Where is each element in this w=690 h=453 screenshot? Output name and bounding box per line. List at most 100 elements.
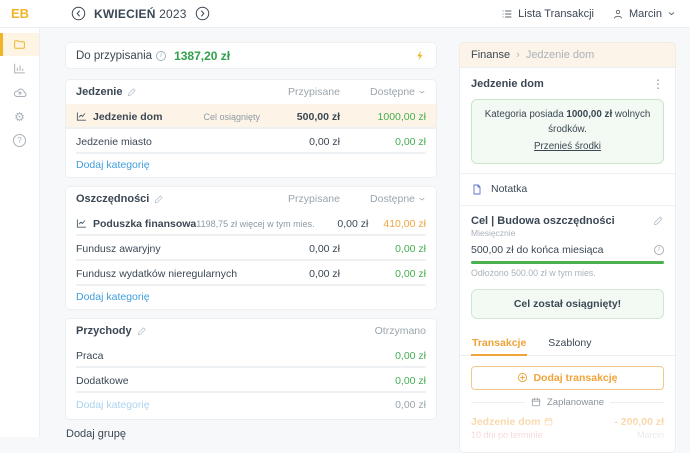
- category-progress-track: [76, 284, 426, 286]
- document-icon: [471, 183, 483, 196]
- category-row-jedzenie-miasto[interactable]: Jedzenie miasto 0,00 zł 0,00 zł: [76, 129, 426, 154]
- calendar-icon: [544, 417, 553, 426]
- goal-target-row: 500,00 zł do końca miesiąca i: [471, 244, 664, 256]
- breadcrumb-group[interactable]: Finanse: [471, 49, 510, 61]
- category-name: Poduszka finansowa: [93, 218, 196, 230]
- divider: [460, 205, 675, 206]
- free-funds-amount: 1000,00 zł: [566, 109, 612, 120]
- add-category-link[interactable]: Dodaj kategorię: [76, 154, 426, 175]
- goal-title: Cel | Budowa oszczędności: [471, 215, 615, 227]
- category-row-dodatkowe[interactable]: Dodatkowe 0,00 zł: [76, 368, 426, 393]
- info-icon[interactable]: i: [156, 51, 166, 61]
- info-icon[interactable]: i: [654, 245, 664, 255]
- category-detail-panel: Finanse › Jedzenie dom Jedzenie dom ⋮ Ka…: [459, 42, 676, 437]
- goal-header: Cel | Budowa oszczędności Miesięcznie: [471, 215, 664, 238]
- goal-achieved-badge: Cel został osiągnięty!: [471, 289, 664, 319]
- column-header-assigned: Przypisane: [254, 86, 340, 98]
- budget-column: Do przypisania i 1387,20 zł Jedzenie Prz…: [65, 42, 437, 437]
- received-value[interactable]: 0,00 zł: [346, 350, 426, 362]
- folder-icon: [13, 38, 26, 51]
- month-navigator: KWIECIEŃ 2023: [71, 6, 210, 21]
- move-funds-link[interactable]: Przenieś środki: [534, 139, 601, 154]
- content-area: Do przypisania i 1387,20 zł Jedzenie Prz…: [40, 28, 690, 437]
- assigned-value[interactable]: 0,00 zł: [260, 136, 340, 148]
- arrow-left-circle-icon: [71, 6, 86, 21]
- free-funds-box: Kategoria posiada 1000,00 zł wolnych śro…: [471, 99, 664, 164]
- note-row[interactable]: Notatka: [471, 183, 664, 196]
- category-row-fundusz-awaryjny[interactable]: Fundusz awaryjny 0,00 zł 0,00 zł: [76, 236, 426, 261]
- group-title: Jedzenie: [76, 86, 122, 98]
- group-title: Oszczędności: [76, 193, 149, 205]
- category-name: Jedzenie miasto: [76, 136, 152, 148]
- app-logo: EB: [0, 6, 40, 21]
- goal-progress-note: Odłożono 500.00 zł w tym mies.: [471, 268, 664, 278]
- breadcrumb-separator-icon: ›: [516, 49, 520, 61]
- group-header: Oszczędności Przypisane Dostępne: [76, 187, 426, 211]
- available-value[interactable]: 0,00 zł: [340, 136, 426, 148]
- category-row-jedzenie-dom[interactable]: Jedzenie dom Cel osiągnięty 500,00 zł 10…: [66, 104, 436, 129]
- goal-chart-icon: [76, 218, 87, 229]
- available-value[interactable]: 0,00 zł: [340, 268, 426, 280]
- calendar-icon: [531, 397, 541, 407]
- breadcrumb: Finanse › Jedzenie dom: [459, 42, 676, 67]
- user-icon: [612, 8, 624, 20]
- user-name: Marcin: [629, 8, 662, 20]
- goal-chart-icon: [76, 111, 87, 122]
- available-value[interactable]: 0,00 zł: [340, 243, 426, 255]
- next-month-button[interactable]: [195, 6, 210, 21]
- planned-divider: Zaplanowane: [471, 397, 664, 408]
- assigned-value[interactable]: 0,00 zł: [260, 243, 340, 255]
- planned-transaction-status: 10 dni po terminie: [471, 430, 543, 440]
- month-name: KWIECIEŃ: [94, 7, 156, 21]
- edit-goal-icon[interactable]: [653, 215, 664, 226]
- quick-assign-button[interactable]: [415, 49, 426, 62]
- edit-group-icon[interactable]: [127, 87, 137, 97]
- category-goal-note: Cel osiągnięty: [203, 112, 260, 122]
- assigned-value[interactable]: 0,00 zł: [260, 268, 340, 280]
- sidebar-item-help[interactable]: ?: [0, 129, 39, 152]
- user-menu[interactable]: Marcin: [612, 8, 676, 20]
- transactions-list-link[interactable]: Lista Transakcji: [501, 8, 594, 20]
- tab-templates[interactable]: Szablony: [547, 331, 592, 355]
- category-goal-note: 1198,75 zł więcej w tym mies.: [196, 219, 314, 229]
- sidebar-item-sync[interactable]: [0, 81, 39, 104]
- category-name: Praca: [76, 350, 103, 362]
- tab-transactions[interactable]: Transakcje: [471, 331, 527, 356]
- topbar: EB KWIECIEŃ 2023 Lista Transakcji Marcin: [0, 0, 690, 28]
- goal-header-text: Cel | Budowa oszczędności Miesięcznie: [471, 215, 615, 238]
- add-category-link[interactable]: Dodaj kategorię: [76, 286, 426, 307]
- planned-transaction-row[interactable]: Jedzenie dom - 200,00 zł 10 dni po termi…: [471, 412, 664, 450]
- add-category-link[interactable]: Dodaj kategorię: [76, 399, 150, 411]
- panel-tabs: Transakcje Szablony: [460, 331, 675, 356]
- prev-month-button[interactable]: [71, 6, 86, 21]
- sidebar-item-settings[interactable]: ⚙: [0, 105, 39, 128]
- category-row-fundusz-wydatkow[interactable]: Fundusz wydatków nieregularnych 0,00 zł …: [76, 261, 426, 286]
- bar-chart-icon: [13, 62, 26, 75]
- chevron-down-icon: [667, 9, 676, 18]
- received-value[interactable]: 0,00 zł: [346, 375, 426, 387]
- kebab-menu-icon[interactable]: ⋮: [652, 77, 664, 91]
- available-value[interactable]: 410,00 zł: [368, 218, 426, 230]
- add-transaction-label: Dodaj transakcję: [533, 372, 617, 384]
- column-header-assigned: Przypisane: [254, 193, 340, 205]
- planned-transaction-user: Marcin: [637, 430, 664, 440]
- sidebar-item-budget[interactable]: [0, 33, 39, 56]
- category-row-poduszka-finansowa[interactable]: Poduszka finansowa 1198,75 zł więcej w t…: [76, 211, 426, 236]
- add-transaction-button[interactable]: Dodaj transakcję: [471, 366, 664, 390]
- column-header-available[interactable]: Dostępne: [340, 86, 426, 98]
- month-label: KWIECIEŃ 2023: [94, 7, 187, 21]
- sidebar: ⚙ ?: [0, 28, 40, 437]
- column-header-available[interactable]: Dostępne: [340, 193, 426, 205]
- help-icon: ?: [13, 134, 26, 147]
- available-value[interactable]: 1000,00 zł: [340, 111, 426, 123]
- assigned-value[interactable]: 500,00 zł: [260, 111, 340, 123]
- category-row-praca[interactable]: Praca 0,00 zł: [76, 343, 426, 368]
- edit-group-icon[interactable]: [154, 194, 164, 204]
- divider: [460, 173, 675, 174]
- edit-group-icon[interactable]: [137, 326, 147, 336]
- column-header-available-label: Dostępne: [370, 86, 415, 98]
- assigned-value[interactable]: 0,00 zł: [315, 218, 369, 230]
- sidebar-item-reports[interactable]: [0, 57, 39, 80]
- chevron-down-icon: [418, 195, 426, 203]
- add-group-link[interactable]: Dodaj grupę: [65, 428, 437, 440]
